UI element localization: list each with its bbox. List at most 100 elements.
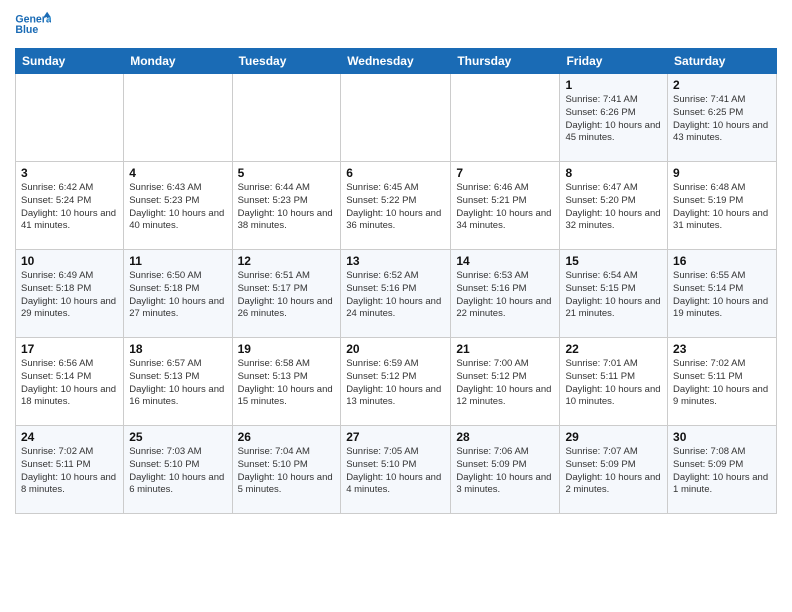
calendar-cell (124, 74, 232, 162)
calendar-cell: 21 Sunrise: 7:00 AM Sunset: 5:12 PM Dayli… (451, 338, 560, 426)
calendar-cell: 1 Sunrise: 7:41 AM Sunset: 6:26 PM Daylig… (560, 74, 668, 162)
day-number: 8 (565, 166, 662, 180)
day-header-tuesday: Tuesday (232, 49, 341, 74)
cell-content: Sunrise: 7:00 AM Sunset: 5:12 PM Dayligh… (456, 358, 554, 409)
day-number: 25 (129, 430, 226, 444)
calendar-cell: 20 Sunrise: 6:59 AM Sunset: 5:12 PM Dayli… (341, 338, 451, 426)
calendar-cell: 14 Sunrise: 6:53 AM Sunset: 5:16 PM Dayli… (451, 250, 560, 338)
calendar-cell: 15 Sunrise: 6:54 AM Sunset: 5:15 PM Dayli… (560, 250, 668, 338)
calendar-cell (232, 74, 341, 162)
logo-icon: General Blue (15, 10, 51, 40)
calendar-cell: 27 Sunrise: 7:05 AM Sunset: 5:10 PM Dayli… (341, 426, 451, 514)
calendar-cell: 13Sunrise: 6:52 AM Sunset: 5:16 PM Dayli… (341, 250, 451, 338)
cell-content: Sunrise: 7:04 AM Sunset: 5:10 PM Dayligh… (238, 446, 336, 497)
day-number: 10 (21, 254, 118, 268)
cell-content: Sunrise: 6:44 AM Sunset: 5:23 PM Dayligh… (238, 182, 336, 233)
cell-content: Sunrise: 7:41 AM Sunset: 6:25 PM Dayligh… (673, 94, 771, 145)
cell-content: Sunrise: 7:06 AM Sunset: 5:09 PM Dayligh… (456, 446, 554, 497)
day-number: 13 (346, 254, 445, 268)
calendar-cell: 6 Sunrise: 6:45 AM Sunset: 5:22 PM Daylig… (341, 162, 451, 250)
cell-content: Sunrise: 6:42 AM Sunset: 5:24 PM Dayligh… (21, 182, 118, 233)
svg-text:Blue: Blue (15, 24, 38, 36)
calendar-cell: 4Sunrise: 6:43 AM Sunset: 5:23 PM Daylig… (124, 162, 232, 250)
cell-content: Sunrise: 7:41 AM Sunset: 6:26 PM Dayligh… (565, 94, 662, 145)
day-number: 15 (565, 254, 662, 268)
calendar-cell (341, 74, 451, 162)
calendar-cell: 2Sunrise: 7:41 AM Sunset: 6:25 PM Daylig… (668, 74, 777, 162)
calendar-cell: 17 Sunrise: 6:56 AM Sunset: 5:14 PM Dayli… (16, 338, 124, 426)
calendar-cell (451, 74, 560, 162)
cell-content: Sunrise: 7:08 AM Sunset: 5:09 PM Dayligh… (673, 446, 771, 497)
day-header-monday: Monday (124, 49, 232, 74)
header: General Blue (15, 10, 777, 40)
day-number: 27 (346, 430, 445, 444)
day-number: 20 (346, 342, 445, 356)
cell-content: Sunrise: 7:07 AM Sunset: 5:09 PM Dayligh… (565, 446, 662, 497)
day-number: 6 (346, 166, 445, 180)
day-number: 24 (21, 430, 118, 444)
cell-content: Sunrise: 6:57 AM Sunset: 5:13 PM Dayligh… (129, 358, 226, 409)
calendar-cell: 10 Sunrise: 6:49 AM Sunset: 5:18 PM Dayli… (16, 250, 124, 338)
cell-content: Sunrise: 6:55 AM Sunset: 5:14 PM Dayligh… (673, 270, 771, 321)
cell-content: Sunrise: 6:43 AM Sunset: 5:23 PM Dayligh… (129, 182, 226, 233)
calendar-cell: 8 Sunrise: 6:47 AM Sunset: 5:20 PM Daylig… (560, 162, 668, 250)
day-header-sunday: Sunday (16, 49, 124, 74)
calendar-cell: 24 Sunrise: 7:02 AM Sunset: 5:11 PM Dayli… (16, 426, 124, 514)
calendar-cell: 18Sunrise: 6:57 AM Sunset: 5:13 PM Dayli… (124, 338, 232, 426)
logo: General Blue (15, 10, 51, 40)
day-number: 28 (456, 430, 554, 444)
cell-content: Sunrise: 7:01 AM Sunset: 5:11 PM Dayligh… (565, 358, 662, 409)
day-number: 12 (238, 254, 336, 268)
day-number: 30 (673, 430, 771, 444)
day-number: 29 (565, 430, 662, 444)
calendar-cell: 9 Sunrise: 6:48 AM Sunset: 5:19 PM Daylig… (668, 162, 777, 250)
cell-content: Sunrise: 6:49 AM Sunset: 5:18 PM Dayligh… (21, 270, 118, 321)
cell-content: Sunrise: 6:56 AM Sunset: 5:14 PM Dayligh… (21, 358, 118, 409)
calendar-cell: 28 Sunrise: 7:06 AM Sunset: 5:09 PM Dayli… (451, 426, 560, 514)
day-header-wednesday: Wednesday (341, 49, 451, 74)
cell-content: Sunrise: 6:50 AM Sunset: 5:18 PM Dayligh… (129, 270, 226, 321)
day-number: 1 (565, 78, 662, 92)
cell-content: Sunrise: 7:02 AM Sunset: 5:11 PM Dayligh… (21, 446, 118, 497)
cell-content: Sunrise: 7:03 AM Sunset: 5:10 PM Dayligh… (129, 446, 226, 497)
cell-content: Sunrise: 6:53 AM Sunset: 5:16 PM Dayligh… (456, 270, 554, 321)
day-header-friday: Friday (560, 49, 668, 74)
calendar-cell: 3 Sunrise: 6:42 AM Sunset: 5:24 PM Daylig… (16, 162, 124, 250)
day-header-saturday: Saturday (668, 49, 777, 74)
cell-content: Sunrise: 6:46 AM Sunset: 5:21 PM Dayligh… (456, 182, 554, 233)
calendar-cell: 26 Sunrise: 7:04 AM Sunset: 5:10 PM Dayli… (232, 426, 341, 514)
calendar-cell: 7Sunrise: 6:46 AM Sunset: 5:21 PM Daylig… (451, 162, 560, 250)
cell-content: Sunrise: 7:05 AM Sunset: 5:10 PM Dayligh… (346, 446, 445, 497)
cell-content: Sunrise: 6:47 AM Sunset: 5:20 PM Dayligh… (565, 182, 662, 233)
cell-content: Sunrise: 6:48 AM Sunset: 5:19 PM Dayligh… (673, 182, 771, 233)
calendar: SundayMondayTuesdayWednesdayThursdayFrid… (15, 48, 777, 514)
cell-content: Sunrise: 6:54 AM Sunset: 5:15 PM Dayligh… (565, 270, 662, 321)
day-header-thursday: Thursday (451, 49, 560, 74)
calendar-body: 1 Sunrise: 7:41 AM Sunset: 6:26 PM Daylig… (16, 74, 777, 514)
day-number: 23 (673, 342, 771, 356)
calendar-cell: 30 Sunrise: 7:08 AM Sunset: 5:09 PM Dayli… (668, 426, 777, 514)
day-number: 5 (238, 166, 336, 180)
day-number: 14 (456, 254, 554, 268)
cell-content: Sunrise: 6:59 AM Sunset: 5:12 PM Dayligh… (346, 358, 445, 409)
calendar-cell: 19 Sunrise: 6:58 AM Sunset: 5:13 PM Dayli… (232, 338, 341, 426)
day-number: 3 (21, 166, 118, 180)
day-number: 19 (238, 342, 336, 356)
calendar-cell: 11 Sunrise: 6:50 AM Sunset: 5:18 PM Dayli… (124, 250, 232, 338)
day-number: 16 (673, 254, 771, 268)
cell-content: Sunrise: 7:02 AM Sunset: 5:11 PM Dayligh… (673, 358, 771, 409)
cell-content: Sunrise: 6:58 AM Sunset: 5:13 PM Dayligh… (238, 358, 336, 409)
cell-content: Sunrise: 6:51 AM Sunset: 5:17 PM Dayligh… (238, 270, 336, 321)
day-number: 21 (456, 342, 554, 356)
day-number: 9 (673, 166, 771, 180)
day-number: 11 (129, 254, 226, 268)
day-number: 26 (238, 430, 336, 444)
calendar-cell: 25 Sunrise: 7:03 AM Sunset: 5:10 PM Dayli… (124, 426, 232, 514)
calendar-header: SundayMondayTuesdayWednesdayThursdayFrid… (16, 49, 777, 74)
calendar-cell: 22Sunrise: 7:01 AM Sunset: 5:11 PM Dayli… (560, 338, 668, 426)
calendar-cell (16, 74, 124, 162)
calendar-cell: 29 Sunrise: 7:07 AM Sunset: 5:09 PM Dayli… (560, 426, 668, 514)
cell-content: Sunrise: 6:45 AM Sunset: 5:22 PM Dayligh… (346, 182, 445, 233)
calendar-cell: 16 Sunrise: 6:55 AM Sunset: 5:14 PM Dayli… (668, 250, 777, 338)
day-number: 17 (21, 342, 118, 356)
